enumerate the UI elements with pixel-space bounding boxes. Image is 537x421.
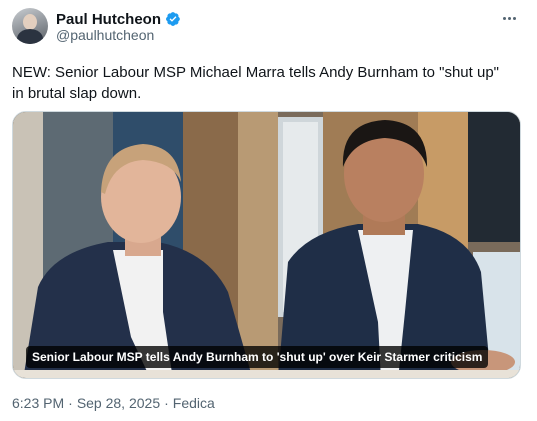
verified-badge-icon <box>166 12 180 26</box>
display-name[interactable]: Paul Hutcheon <box>56 11 161 28</box>
author-handle[interactable]: @paulhutcheon <box>56 27 154 43</box>
avatar[interactable] <box>12 8 48 44</box>
tweet-client[interactable]: Fedica <box>173 395 215 411</box>
tweet-date[interactable]: Sep 28, 2025 <box>77 395 160 411</box>
tweet-card: Paul Hutcheon @paulhutcheon NEW: Senior … <box>0 0 537 421</box>
tweet-meta: 6:23 PM · Sep 28, 2025 · Fedica <box>12 395 215 411</box>
tweet-time[interactable]: 6:23 PM <box>12 395 64 411</box>
media-caption: Senior Labour MSP tells Andy Burnham to … <box>26 346 489 368</box>
tweet-media-image[interactable]: Senior Labour MSP tells Andy Burnham to … <box>12 111 521 379</box>
tweet-text: NEW: Senior Labour MSP Michael Marra tel… <box>12 64 499 102</box>
meta-separator: · <box>164 395 169 411</box>
meta-separator: · <box>68 395 73 411</box>
photo-illustration <box>13 112 520 378</box>
author-row: Paul Hutcheon <box>56 10 181 28</box>
more-options-icon[interactable] <box>499 10 519 26</box>
